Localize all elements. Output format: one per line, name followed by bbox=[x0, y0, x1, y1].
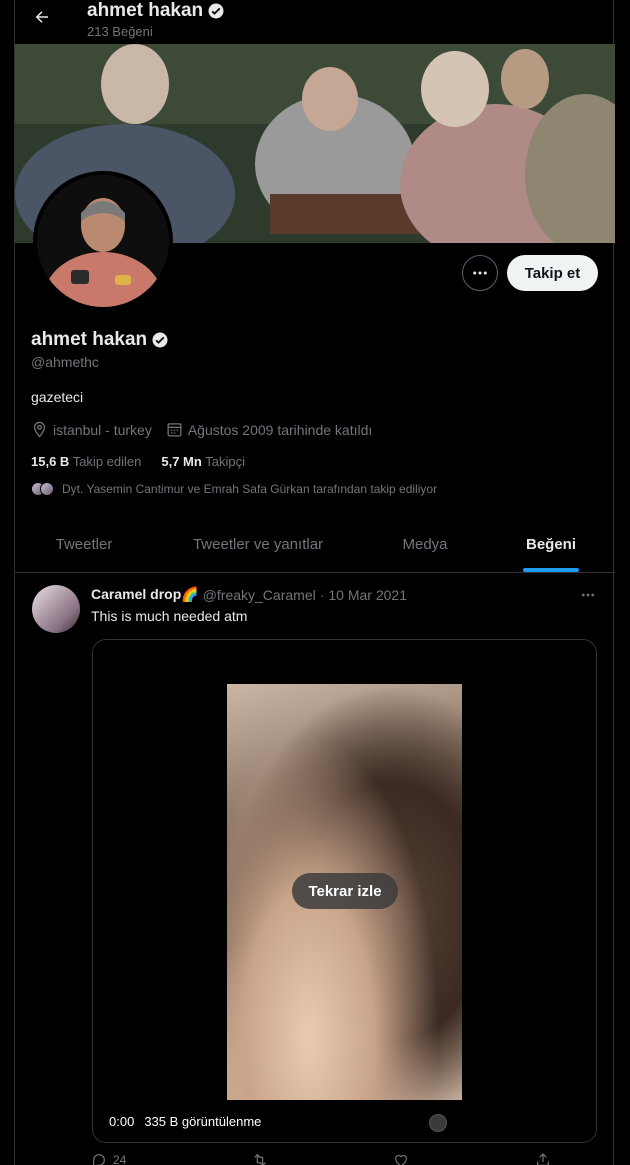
header-name: ahmet hakan bbox=[87, 0, 225, 22]
followers-stat[interactable]: 5,7 Mn Takipçi bbox=[161, 454, 245, 469]
tab-tweets-replies[interactable]: Tweetler ve yanıtlar bbox=[153, 520, 363, 572]
header-name-text: ahmet hakan bbox=[87, 0, 204, 21]
profile-handle: @ahmethc bbox=[31, 354, 99, 370]
location: istanbul - turkey bbox=[31, 421, 152, 438]
following-stat[interactable]: 15,6 B Takip edilen bbox=[31, 454, 141, 469]
followed-by-text: Dyt. Yasemin Cantimur ve Emrah Safa Gürk… bbox=[62, 482, 438, 496]
avatar-photo bbox=[37, 175, 169, 307]
profile-avatar[interactable] bbox=[33, 171, 173, 311]
tweet-actions: 24 bbox=[91, 1152, 551, 1165]
top-bar: ahmet hakan 213 Beğeni bbox=[15, 0, 615, 44]
likes-count-subtitle: 213 Beğeni bbox=[87, 24, 153, 39]
like-icon[interactable] bbox=[393, 1152, 409, 1165]
following-label: Takip edilen bbox=[72, 454, 142, 469]
tweet-video[interactable]: Tekrar izle 0:00 335 B görüntülenme bbox=[92, 639, 597, 1143]
followers-label: Takipçi bbox=[205, 454, 245, 469]
more-options-button[interactable] bbox=[462, 255, 498, 291]
tweet-more-icon[interactable] bbox=[578, 586, 598, 604]
tweet-text: This is much needed atm bbox=[91, 608, 248, 624]
tweet-separator: · bbox=[319, 586, 325, 603]
follow-button[interactable]: Takip et bbox=[507, 255, 598, 291]
calendar-icon bbox=[167, 423, 182, 437]
reply-count: 24 bbox=[113, 1153, 127, 1165]
location-pin-icon bbox=[33, 421, 46, 438]
joined-text: Ağustos 2009 tarihinde katıldı bbox=[187, 421, 373, 438]
tweet-author-name[interactable]: Caramel drop🌈 bbox=[91, 586, 199, 603]
retweet-icon[interactable] bbox=[252, 1152, 268, 1165]
tweet-author-handle[interactable]: @freaky_Caramel bbox=[203, 587, 316, 603]
active-tab-indicator bbox=[523, 568, 579, 572]
tweet-author-avatar[interactable] bbox=[32, 585, 80, 633]
tab-media[interactable]: Medya bbox=[363, 520, 487, 572]
tweet-date[interactable]: 10 Mar 2021 bbox=[328, 587, 407, 603]
replay-button[interactable]: Tekrar izle bbox=[292, 873, 398, 909]
profile-tabs: Tweetler Tweetler ve yanıtlar Medya Beğe… bbox=[15, 520, 615, 573]
location-text: istanbul - turkey bbox=[53, 421, 152, 438]
profile-meta: istanbul - turkey Ağustos 2009 tarihinde… bbox=[31, 421, 372, 438]
reply-icon bbox=[93, 1154, 105, 1165]
video-views: 335 B görüntülenme bbox=[144, 1114, 262, 1129]
back-arrow-icon[interactable] bbox=[29, 4, 55, 30]
tweet-header: Caramel drop🌈 @freaky_Caramel · 10 Mar 2… bbox=[91, 586, 407, 603]
profile-bio: gazeteci bbox=[31, 389, 84, 405]
verified-badge-icon bbox=[152, 332, 168, 348]
video-volume-button[interactable] bbox=[429, 1114, 447, 1132]
followed-by[interactable]: Dyt. Yasemin Cantimur ve Emrah Safa Gürk… bbox=[31, 482, 437, 496]
more-dots-icon bbox=[473, 271, 487, 275]
tab-tweets[interactable]: Tweetler bbox=[15, 520, 153, 572]
joined-date: Ağustos 2009 tarihinde katıldı bbox=[166, 421, 372, 438]
following-count: 15,6 B bbox=[31, 454, 70, 469]
video-info: 0:00 335 B görüntülenme bbox=[109, 1114, 261, 1129]
profile-column: ahmet hakan 213 Beğeni Takip et ahmet ha… bbox=[14, 0, 615, 1165]
share-icon[interactable] bbox=[535, 1152, 551, 1165]
profile-name-text: ahmet hakan bbox=[31, 329, 148, 350]
tab-likes[interactable]: Beğeni bbox=[487, 520, 615, 572]
verified-badge-icon bbox=[208, 3, 224, 19]
reply-action[interactable]: 24 bbox=[91, 1152, 126, 1165]
followers-count: 5,7 Mn bbox=[161, 454, 202, 469]
follow-stats: 15,6 B Takip edilen 5,7 Mn Takipçi bbox=[31, 454, 245, 469]
follower-avatar bbox=[40, 482, 54, 496]
video-time: 0:00 bbox=[109, 1114, 135, 1129]
profile-name: ahmet hakan bbox=[31, 329, 169, 351]
